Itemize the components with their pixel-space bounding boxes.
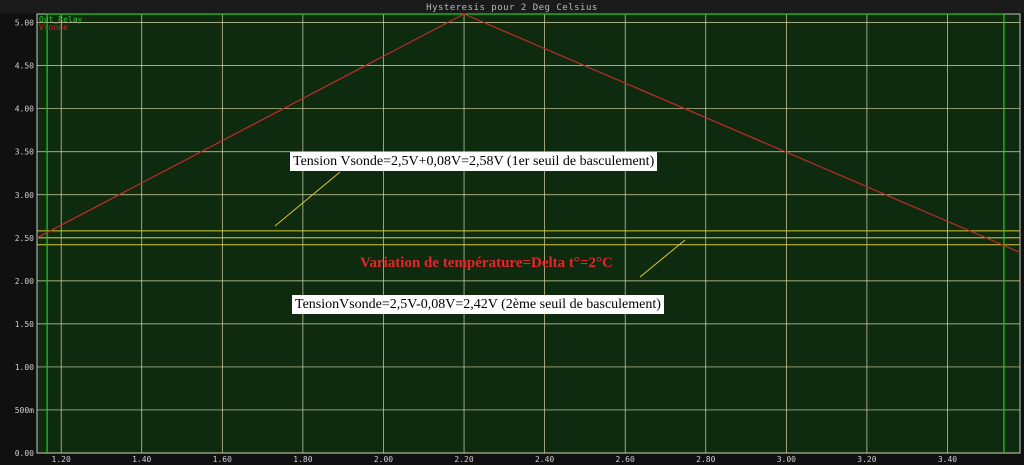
y-tick-label: 2.50 — [15, 234, 34, 243]
y-tick-label: 1.50 — [15, 320, 34, 329]
y-tick-label: 5.00 — [15, 19, 34, 28]
x-tick-label: 2.00 — [374, 455, 393, 464]
x-tick-label: 3.00 — [777, 455, 796, 464]
x-tick-label: 1.60 — [213, 455, 232, 464]
chart-title: Hysteresis pour 2 Deg Celsius — [426, 3, 598, 13]
y-tick-label: 3.50 — [15, 148, 34, 157]
x-tick-label: 3.20 — [857, 455, 876, 464]
y-tick-label: 0.00 — [15, 449, 34, 458]
y-tick-label: 500m — [15, 406, 34, 415]
y-tick-label: 1.00 — [15, 363, 34, 372]
x-tick-label: 2.80 — [696, 455, 715, 464]
annotation-temperature-delta: Variation de température=Delta t°=2°C — [360, 255, 613, 271]
x-tick-label: 1.40 — [132, 455, 151, 464]
y-tick-label: 4.00 — [15, 105, 34, 114]
x-tick-label: 2.20 — [454, 455, 473, 464]
x-tick-label: 1.80 — [293, 455, 312, 464]
y-tick-label: 4.50 — [15, 62, 34, 71]
annotation-upper-threshold: Tension Vsonde=2,5V+0,08V=2,58V (1er seu… — [290, 152, 658, 171]
y-tick-label: 2.00 — [15, 277, 34, 286]
plot-area — [36, 13, 1021, 454]
y-tick-label: 3.00 — [15, 191, 34, 200]
chart-window: Hysteresis pour 2 Deg Celsius 0.00 500m 1.… — [0, 0, 1024, 465]
x-tick-label: 3.40 — [938, 455, 957, 464]
x-tick-label: 1.20 — [52, 455, 71, 464]
legend-vsonde: Vsonde — [39, 23, 68, 32]
chart-canvas: Hysteresis pour 2 Deg Celsius 0.00 500m 1.… — [0, 0, 1024, 465]
x-tick-label: 2.60 — [616, 455, 635, 464]
annotation-lower-threshold: TensionVsonde=2,5V-0,08V=2,42V (2ème seu… — [292, 295, 664, 314]
x-tick-label: 2.40 — [535, 455, 554, 464]
